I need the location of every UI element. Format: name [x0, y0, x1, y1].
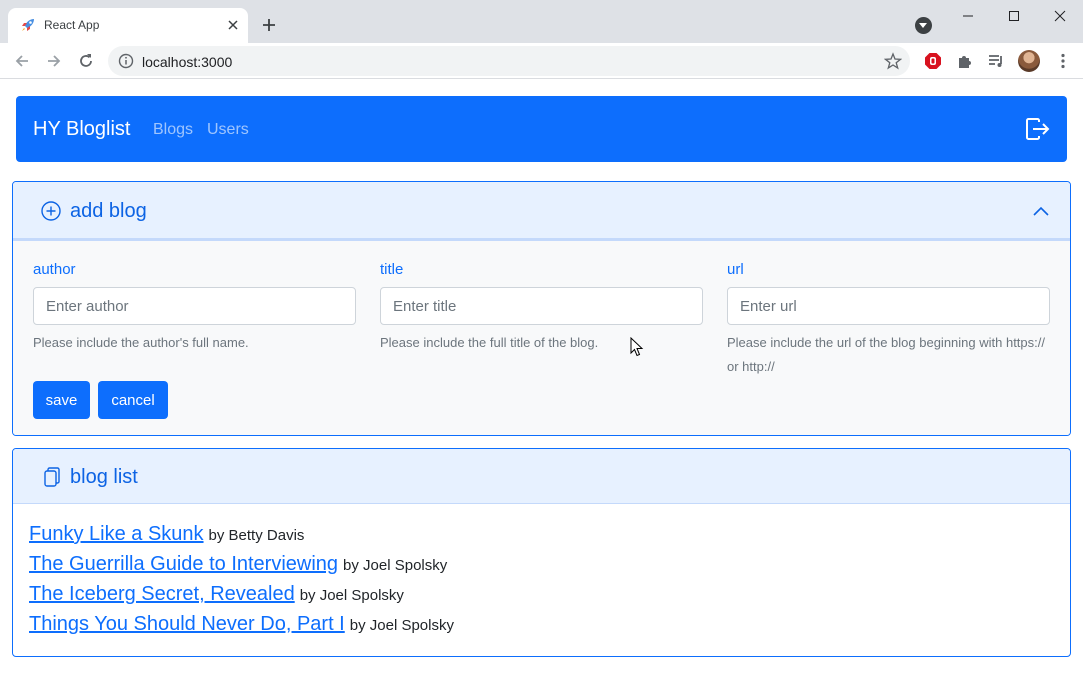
list-item: The Guerrilla Guide to Interviewing by Jo…: [29, 553, 454, 583]
tab-search-icon[interactable]: [915, 17, 932, 34]
close-icon[interactable]: [224, 16, 242, 34]
address-bar[interactable]: localhost:3000: [108, 46, 910, 76]
nav-link-users[interactable]: Users: [207, 121, 249, 139]
blog-link[interactable]: The Guerrilla Guide to Interviewing: [29, 553, 338, 575]
author-group: author Please include the author's full …: [33, 261, 356, 355]
rocket-icon: [22, 19, 34, 31]
info-icon[interactable]: [118, 53, 134, 69]
blog-link[interactable]: Funky Like a Skunk: [29, 523, 204, 545]
chevron-up-icon[interactable]: [1032, 203, 1050, 219]
window-close-icon[interactable]: [1048, 6, 1072, 26]
new-tab-icon[interactable]: [260, 16, 278, 34]
author-help: Please include the author's full name.: [33, 335, 249, 350]
blog-list-title: blog list: [70, 466, 138, 488]
blog-author: by Joel Spolsky: [299, 587, 404, 604]
blog-list: Funky Like a Skunk by Betty Davis The Gue…: [29, 523, 454, 643]
add-blog-title: add blog: [70, 200, 147, 222]
forward-icon[interactable]: [45, 52, 63, 70]
blog-author: by Betty Davis: [208, 527, 305, 544]
list-item: Things You Should Never Do, Part Iby Joe…: [29, 613, 454, 643]
url-group: url Please include the url of the blog b…: [727, 261, 1050, 379]
files-icon: [44, 467, 60, 487]
app-navbar: HY Bloglist Blogs Users: [16, 96, 1067, 162]
url-label: url: [727, 261, 744, 278]
brand[interactable]: HY Bloglist: [33, 118, 130, 141]
nav-link-blogs[interactable]: Blogs: [153, 121, 193, 139]
url-help: Please include the url of the blog begin…: [727, 335, 1045, 374]
back-icon[interactable]: [13, 52, 31, 70]
list-item: Funky Like a Skunk by Betty Davis: [29, 523, 454, 553]
blog-author: by Joel Spolsky: [343, 557, 448, 574]
browser-tabstrip: React App: [0, 0, 1083, 43]
save-button[interactable]: save: [33, 381, 90, 419]
avatar[interactable]: [1018, 50, 1040, 72]
list-item: The Iceberg Secret, Revealed by Joel Spol…: [29, 583, 454, 613]
adblock-icon[interactable]: [924, 52, 942, 70]
author-label: author: [33, 261, 76, 278]
blog-list-header: blog list: [13, 449, 1070, 504]
author-input[interactable]: [33, 287, 356, 325]
url-text: localhost:3000: [142, 54, 233, 70]
kebab-menu-icon[interactable]: [1054, 52, 1072, 70]
url-input[interactable]: [727, 287, 1050, 325]
title-label: title: [380, 261, 404, 278]
title-help: Please include the full title of the blo…: [380, 335, 599, 350]
logout-icon[interactable]: [1025, 117, 1051, 141]
browser-tab[interactable]: React App: [8, 8, 248, 43]
mouse-cursor-icon: [630, 337, 644, 357]
title-input[interactable]: [380, 287, 703, 325]
cancel-button[interactable]: cancel: [98, 381, 168, 419]
media-queue-icon[interactable]: [987, 52, 1005, 70]
add-blog-form: author Please include the author's full …: [13, 241, 1070, 435]
plus-circle-icon: [41, 201, 61, 221]
star-icon[interactable]: [884, 52, 902, 70]
add-blog-toggle[interactable]: add blog: [13, 182, 1070, 241]
add-blog-panel: add blog author Please include the autho…: [12, 181, 1071, 436]
minimize-icon[interactable]: [956, 6, 980, 26]
blog-link[interactable]: The Iceberg Secret, Revealed: [29, 583, 295, 605]
browser-toolbar: localhost:3000: [0, 43, 1083, 79]
blog-list-panel: blog list Funky Like a Skunk by Betty Dav…: [12, 448, 1071, 657]
reload-icon[interactable]: [77, 52, 95, 70]
blog-author: by Joel Spolsky: [349, 617, 454, 634]
extensions-puzzle-icon[interactable]: [956, 52, 974, 70]
blog-link[interactable]: Things You Should Never Do, Part I: [29, 613, 345, 635]
maximize-icon[interactable]: [1002, 6, 1026, 26]
title-group: title Please include the full title of t…: [380, 261, 703, 355]
tab-title: React App: [44, 18, 100, 32]
